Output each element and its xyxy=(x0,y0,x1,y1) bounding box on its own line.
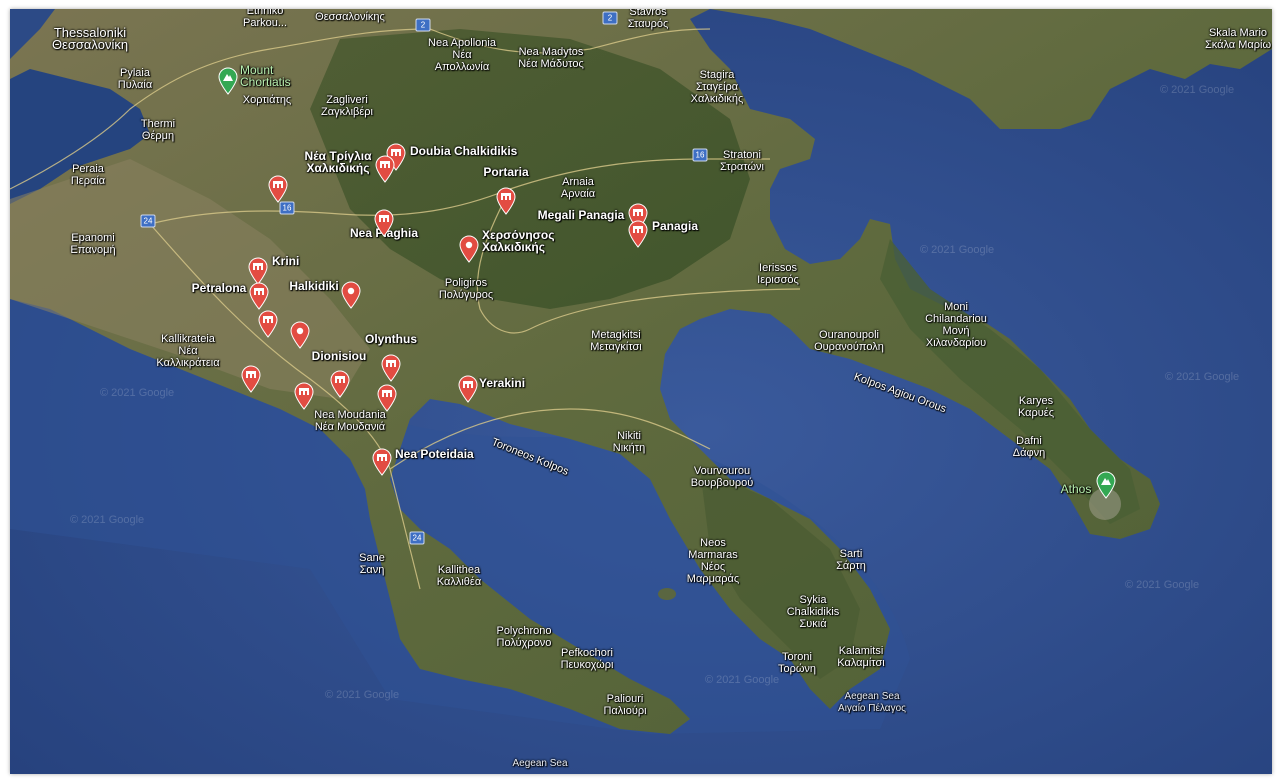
hotel-pin-icon[interactable] xyxy=(249,282,269,310)
label-paliouri[interactable]: Paliouri Παλιούρι xyxy=(603,693,646,717)
label-karyes[interactable]: Karyes Καρυές xyxy=(1018,395,1054,419)
hotel-pin-icon[interactable] xyxy=(375,155,395,183)
hotel-pin-icon[interactable] xyxy=(377,384,397,412)
label-kalamitsi[interactable]: Kalamitsi Καλαμίτσι xyxy=(837,645,884,669)
hotel-pin-icon[interactable] xyxy=(372,448,392,476)
watermark: © 2021 Google xyxy=(70,514,145,526)
label-megali-panagia[interactable]: Megali Panagia xyxy=(538,209,625,221)
label-stagira[interactable]: Stagira Σταγείρα Χαλκιδικής xyxy=(691,69,744,105)
label-nea-triglia[interactable]: Νέα Τρίγλια Χαλκιδικής xyxy=(305,150,372,174)
satellite-map[interactable] xyxy=(10,9,1272,774)
label-thermi[interactable]: Thermi Θέρμη xyxy=(141,118,175,142)
hotel-pin-icon[interactable] xyxy=(496,187,516,215)
road-shield: 16 xyxy=(692,148,708,162)
label-nea-madytos[interactable]: Nea Madytos Νέα Μάδυτος xyxy=(518,46,584,70)
hotel-pin-icon[interactable] xyxy=(258,310,278,338)
mountain-park-icon[interactable] xyxy=(218,67,238,95)
label-olynthus[interactable]: Olynthus xyxy=(365,333,417,345)
hotel-pin-icon[interactable] xyxy=(294,382,314,410)
label-peraia[interactable]: Peraia Περαία xyxy=(71,163,105,187)
watermark: © 2021 Google xyxy=(100,387,175,399)
label-yerakini[interactable]: Yerakini xyxy=(479,377,525,389)
road-shield: 24 xyxy=(409,531,425,545)
label-thessalonikis[interactable]: Θεσσαλονίκης xyxy=(315,11,385,23)
watermark: © 2021 Google xyxy=(705,674,780,686)
label-thessaloniki[interactable]: Thessaloniki Θεσσαλονίκη xyxy=(52,26,128,51)
label-arnaia[interactable]: Arnaia Αρναία xyxy=(561,176,595,200)
label-sykia[interactable]: Sykia Chalkidikis Συκιά xyxy=(787,594,840,630)
label-nikiti[interactable]: Nikiti Νικήτη xyxy=(613,430,645,454)
hotel-pin-icon[interactable] xyxy=(268,175,288,203)
label-sane[interactable]: Sane Σανη xyxy=(359,552,385,576)
watermark: © 2021 Google xyxy=(920,244,995,256)
label-athos[interactable]: Athos xyxy=(1061,483,1092,495)
label-mount-chortiatis[interactable]: Mount Chortiatis xyxy=(240,64,291,88)
label-skala-marion[interactable]: Skala Mario Σκάλα Μαρίω xyxy=(1205,27,1271,51)
label-pefkochori[interactable]: Pefkochori Πευκοχώρι xyxy=(561,647,614,671)
label-panagia[interactable]: Panagia xyxy=(652,220,698,232)
label-dafni[interactable]: Dafni Δάφνη xyxy=(1013,435,1045,459)
watermark: © 2021 Google xyxy=(1165,371,1240,383)
hotel-pin-icon[interactable] xyxy=(458,375,478,403)
label-vourvourou[interactable]: Vourvourou Βουρβουρού xyxy=(691,465,754,489)
location-pin-icon[interactable] xyxy=(341,281,361,309)
mountain-park-icon[interactable] xyxy=(1096,471,1116,499)
label-nea-poteidaia[interactable]: Nea Poteidaia xyxy=(395,448,474,460)
island xyxy=(658,588,676,600)
road-shield: 16 xyxy=(279,201,295,215)
road-shield: 24 xyxy=(140,214,156,228)
label-sarti[interactable]: Sarti Σάρτη xyxy=(836,548,866,572)
watermark: © 2021 Google xyxy=(1160,84,1235,96)
hotel-pin-icon[interactable] xyxy=(241,365,261,393)
label-aegean-sea-1[interactable]: Aegean Sea Αιγαίο Πέλαγος xyxy=(838,691,906,715)
label-aegean-sea-2[interactable]: Aegean Sea xyxy=(512,758,567,770)
watermark: © 2021 Google xyxy=(325,689,400,701)
location-pin-icon[interactable] xyxy=(459,235,479,263)
label-petralona[interactable]: Petralona xyxy=(192,282,247,294)
label-toroni[interactable]: Toroni Τορώνη xyxy=(778,651,816,675)
road-shield: 2 xyxy=(415,18,431,32)
label-moni-chilandariou[interactable]: Moni Chilandariou Μονή Χιλανδαρίου xyxy=(925,301,987,349)
map-frame[interactable]: © 2021 Google © 2021 Google © 2021 Googl… xyxy=(10,9,1272,774)
label-halkidiki[interactable]: Halkidiki xyxy=(289,280,338,292)
label-portaria[interactable]: Portaria xyxy=(483,166,528,178)
watermark: © 2021 Google xyxy=(1125,579,1200,591)
label-stavros[interactable]: Stavros Σταυρός xyxy=(628,9,669,30)
label-kallithea[interactable]: Kallithea Καλλιθέα xyxy=(437,564,481,588)
label-ouranoupoli[interactable]: Ouranoupoli Ουρανούπολη xyxy=(814,329,884,353)
location-pin-icon[interactable] xyxy=(290,321,310,349)
label-ierissos[interactable]: Ierissos Ιερισσός xyxy=(757,262,799,286)
label-zagliveri[interactable]: Zagliveri Ζαγκλιβέρι xyxy=(321,94,373,118)
label-chersonisos[interactable]: Χερσόνησος Χαλκιδικής xyxy=(482,229,554,253)
hotel-pin-icon[interactable] xyxy=(374,209,394,237)
label-neos-marmaras[interactable]: Neos Marmaras Νέος Μαρμαράς xyxy=(687,537,739,585)
label-stratoni[interactable]: Stratoni Στρατώνι xyxy=(720,149,764,173)
label-metagkitsi[interactable]: Metagkitsi Μεταγκίτσι xyxy=(590,329,641,353)
label-chortiatis-gr[interactable]: Χορτιάτης xyxy=(243,94,291,106)
label-pylaia[interactable]: Pylaia Πυλαία xyxy=(118,67,152,91)
road-shield: 2 xyxy=(602,11,618,25)
hotel-pin-icon[interactable] xyxy=(248,257,268,285)
hotel-pin-icon[interactable] xyxy=(381,354,401,382)
label-ethniko[interactable]: Ethniko Parkou... xyxy=(243,9,287,29)
label-krini[interactable]: Krini xyxy=(272,255,299,267)
label-dionisiou[interactable]: Dionisiou xyxy=(312,350,367,362)
label-polychrono[interactable]: Polychrono Πολύχρονο xyxy=(496,625,551,649)
hotel-pin-icon[interactable] xyxy=(628,220,648,248)
label-doubia[interactable]: Doubia Chalkidikis xyxy=(410,145,517,157)
label-kallikrateia[interactable]: Kallikrateia Νέα Καλλικράτεια xyxy=(156,333,219,369)
hotel-pin-icon[interactable] xyxy=(330,370,350,398)
label-nea-apollonia[interactable]: Nea Apollonia Νέα Απολλωνία xyxy=(428,37,496,73)
label-poligiros[interactable]: Poligiros Πολύγυρος xyxy=(439,277,493,301)
label-nea-moudania[interactable]: Nea Moudania Νέα Μουδανιά xyxy=(314,409,386,433)
label-epanomi[interactable]: Epanomi Επανομή xyxy=(70,232,115,256)
